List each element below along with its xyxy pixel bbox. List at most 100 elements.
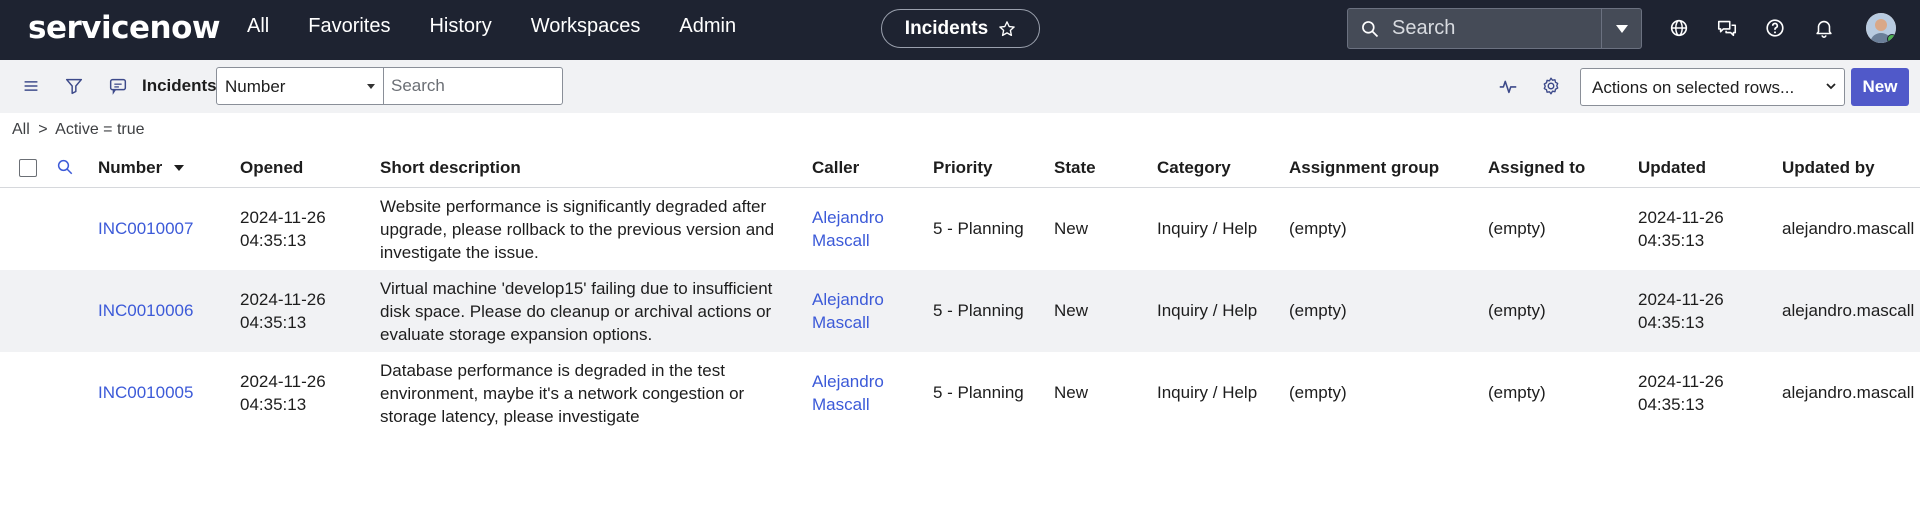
updated-time: 04:35:13 xyxy=(1638,313,1705,332)
short-description-line: upgrade, please rollback to the previous… xyxy=(380,220,775,239)
chevron-down-icon xyxy=(1826,83,1836,90)
filter-icon[interactable] xyxy=(63,75,85,97)
assigned-to-cell: (empty) xyxy=(1488,383,1546,402)
short-description-line: disk space. Please do cleanup or archiva… xyxy=(380,302,772,321)
column-header-updated[interactable]: Updated xyxy=(1638,158,1706,178)
nav-all[interactable]: All xyxy=(247,15,269,38)
help-icon[interactable] xyxy=(1764,17,1786,39)
presence-dot xyxy=(1887,34,1896,43)
chat-icon[interactable] xyxy=(1716,17,1738,39)
updated-time: 04:35:13 xyxy=(1638,395,1705,414)
context-pill[interactable]: Incidents xyxy=(881,9,1040,48)
opened-date: 2024-11-26 xyxy=(240,290,326,309)
table-header: Number Opened Short description Caller P… xyxy=(0,148,1920,188)
short-description-line: Website performance is significantly deg… xyxy=(380,197,767,216)
updated-time: 04:35:13 xyxy=(1638,231,1705,250)
search-icon xyxy=(1362,20,1379,37)
column-search-icon[interactable] xyxy=(56,158,74,176)
global-search[interactable]: Search xyxy=(1347,8,1642,49)
avatar[interactable] xyxy=(1866,13,1896,43)
short-description-line: investigate the issue. xyxy=(380,243,539,262)
column-header-number-label: Number xyxy=(98,158,163,177)
conversation-icon[interactable] xyxy=(107,75,129,97)
column-header-number[interactable]: Number xyxy=(98,158,185,178)
star-icon[interactable] xyxy=(998,20,1016,38)
column-header-priority[interactable]: Priority xyxy=(933,158,993,178)
nav-links: All Favorites History Workspaces Admin xyxy=(247,0,775,52)
bell-icon[interactable] xyxy=(1813,17,1835,39)
search-scope-dropdown[interactable] xyxy=(1601,9,1641,48)
opened-date: 2024-11-26 xyxy=(240,208,326,227)
assignment-group-cell: (empty) xyxy=(1289,301,1347,320)
table-row: INC0010006 2024-11-26 04:35:13 Virtual m… xyxy=(0,270,1920,352)
column-header-updated-by[interactable]: Updated by xyxy=(1782,158,1875,178)
breadcrumb-all[interactable]: All xyxy=(12,121,30,138)
actions-select-label: Actions on selected rows... xyxy=(1592,78,1795,97)
list-toolbar: Incidents Number Actions on selected row… xyxy=(0,60,1920,113)
servicenow-logo[interactable]: servicenow xyxy=(28,10,221,46)
caller-last-name: Mascall xyxy=(812,395,870,414)
opened-time: 04:35:13 xyxy=(240,313,307,332)
updated-date: 2024-11-26 xyxy=(1638,372,1724,391)
nav-workspaces[interactable]: Workspaces xyxy=(531,15,641,38)
list-title: Incidents xyxy=(142,76,217,95)
top-nav: servicenow All Favorites History Workspa… xyxy=(0,0,1920,60)
column-header-caller[interactable]: Caller xyxy=(812,158,859,178)
opened-date: 2024-11-26 xyxy=(240,372,326,391)
column-header-assignment-group[interactable]: Assignment group xyxy=(1289,158,1439,178)
caller-link[interactable]: Alejandro Mascall xyxy=(812,206,884,252)
opened-cell: 2024-11-26 04:35:13 xyxy=(240,370,326,416)
nav-admin[interactable]: Admin xyxy=(679,15,736,38)
global-search-placeholder: Search xyxy=(1392,17,1456,39)
caret-down-icon xyxy=(1615,24,1628,33)
list-search-input[interactable] xyxy=(383,67,563,105)
short-description-line: environment, maybe it's a network conges… xyxy=(380,384,745,403)
caller-link[interactable]: Alejandro Mascall xyxy=(812,288,884,334)
sort-descending-icon xyxy=(173,165,184,171)
column-header-category[interactable]: Category xyxy=(1157,158,1231,178)
incident-number-link[interactable]: INC0010006 xyxy=(98,299,193,322)
assigned-to-cell: (empty) xyxy=(1488,301,1546,320)
nav-history[interactable]: History xyxy=(429,15,491,38)
priority-cell: 5 - Planning xyxy=(933,219,1024,238)
opened-time: 04:35:13 xyxy=(240,231,307,250)
updated-date: 2024-11-26 xyxy=(1638,208,1724,227)
short-description-cell: Database performance is degraded in the … xyxy=(380,359,744,428)
table-row: INC0010005 2024-11-26 04:35:13 Database … xyxy=(0,352,1920,434)
short-description-line: Virtual machine 'develop15' failing due … xyxy=(380,279,773,298)
globe-icon[interactable] xyxy=(1668,17,1690,39)
new-button[interactable]: New xyxy=(1851,68,1909,106)
gear-icon[interactable] xyxy=(1540,75,1562,97)
category-cell: Inquiry / Help xyxy=(1157,383,1258,402)
opened-cell: 2024-11-26 04:35:13 xyxy=(240,206,326,252)
incident-number-link[interactable]: INC0010007 xyxy=(98,217,193,240)
caller-first-name: Alejandro xyxy=(812,208,884,227)
opened-cell: 2024-11-26 04:35:13 xyxy=(240,288,326,334)
caller-first-name: Alejandro xyxy=(812,372,884,391)
assigned-to-cell: (empty) xyxy=(1488,219,1546,238)
short-description-cell: Virtual machine 'develop15' failing due … xyxy=(380,277,772,346)
select-all-checkbox[interactable] xyxy=(19,159,37,177)
priority-cell: 5 - Planning xyxy=(933,383,1024,402)
assignment-group-cell: (empty) xyxy=(1289,383,1347,402)
column-header-assigned-to[interactable]: Assigned to xyxy=(1488,158,1585,178)
search-field-select[interactable]: Number xyxy=(216,67,384,105)
hamburger-menu-icon[interactable] xyxy=(20,75,42,97)
category-cell: Inquiry / Help xyxy=(1157,301,1258,320)
table-row: INC0010007 2024-11-26 04:35:13 Website p… xyxy=(0,188,1920,270)
column-header-opened[interactable]: Opened xyxy=(240,158,303,178)
priority-cell: 5 - Planning xyxy=(933,301,1024,320)
actions-on-selected-rows-select[interactable]: Actions on selected rows... xyxy=(1580,68,1845,106)
updated-cell: 2024-11-26 04:35:13 xyxy=(1638,288,1724,334)
incident-number-link[interactable]: INC0010005 xyxy=(98,381,193,404)
activity-stream-icon[interactable] xyxy=(1497,75,1519,97)
breadcrumb-separator: > xyxy=(38,121,48,138)
breadcrumb-filter[interactable]: Active = true xyxy=(55,121,144,138)
state-cell: New xyxy=(1054,383,1089,402)
caller-last-name: Mascall xyxy=(812,313,870,332)
nav-favorites[interactable]: Favorites xyxy=(308,15,390,38)
caller-link[interactable]: Alejandro Mascall xyxy=(812,370,884,416)
column-header-short-description[interactable]: Short description xyxy=(380,158,521,178)
caret-down-icon xyxy=(367,84,375,89)
column-header-state[interactable]: State xyxy=(1054,158,1096,178)
